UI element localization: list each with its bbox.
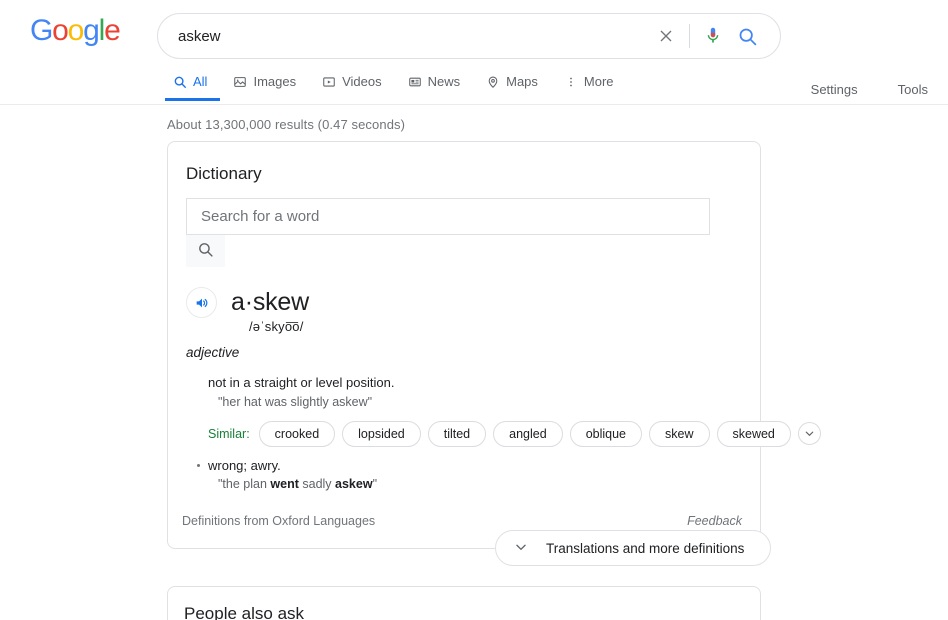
tab-videos-label: Videos bbox=[342, 74, 382, 89]
definition-item: wrong; awry. "the plan went sadly askew" bbox=[208, 457, 742, 495]
speaker-icon[interactable] bbox=[186, 287, 217, 318]
dictionary-entry: a·skew /əˈskyo͞o/ adjective not in a str… bbox=[168, 267, 760, 494]
search-icon bbox=[197, 241, 214, 261]
people-also-ask-title: People also ask bbox=[168, 587, 760, 620]
result-stats: About 13,300,000 results (0.47 seconds) bbox=[167, 105, 948, 141]
logo-letter-o2: o bbox=[68, 14, 84, 47]
tab-all-label: All bbox=[193, 74, 207, 89]
word-search-group bbox=[168, 184, 760, 267]
more-vertical-icon bbox=[564, 75, 578, 89]
similar-chip[interactable]: skew bbox=[649, 421, 709, 447]
tab-videos[interactable]: Videos bbox=[309, 74, 395, 101]
similar-chip[interactable]: crooked bbox=[259, 421, 335, 447]
word-search-input[interactable] bbox=[186, 198, 710, 235]
definition-item: not in a straight or level position. "he… bbox=[208, 374, 742, 412]
map-pin-icon bbox=[486, 75, 500, 89]
similar-chip[interactable]: tilted bbox=[428, 421, 486, 447]
headword: a·skew bbox=[231, 288, 309, 317]
search-icon bbox=[173, 75, 187, 89]
logo-letter-e: e bbox=[104, 14, 120, 47]
search-input[interactable] bbox=[158, 27, 649, 46]
similar-chip[interactable]: oblique bbox=[570, 421, 642, 447]
translations-expand-button[interactable]: Translations and more definitions bbox=[495, 530, 771, 566]
entry-header: a·skew bbox=[186, 287, 742, 318]
definition-text: not in a straight or level position. bbox=[208, 374, 742, 393]
logo-letter-g: g bbox=[83, 14, 99, 47]
search-bar bbox=[157, 13, 781, 59]
people-also-ask-card: People also ask bbox=[167, 586, 761, 620]
tab-news-label: News bbox=[428, 74, 461, 89]
results-main: About 13,300,000 results (0.47 seconds) … bbox=[0, 105, 948, 620]
definitions-source: Definitions from Oxford Languages bbox=[182, 514, 375, 528]
tab-maps-label: Maps bbox=[506, 74, 538, 89]
dictionary-card: Dictionary a·sk bbox=[167, 141, 761, 549]
tab-more[interactable]: More bbox=[551, 74, 627, 101]
header-right-actions: Settings Tools bbox=[791, 82, 948, 97]
pronunciation: /əˈskyo͞o/ bbox=[249, 319, 742, 334]
tab-images-label: Images bbox=[253, 74, 296, 89]
similar-chip[interactable]: skewed bbox=[717, 421, 791, 447]
page-header: Google bbox=[0, 0, 948, 105]
image-icon bbox=[233, 75, 247, 89]
search-submit-icon[interactable] bbox=[730, 19, 764, 53]
search-bar-actions bbox=[649, 19, 780, 53]
definition-example: "her hat was slightly askew" bbox=[208, 393, 742, 412]
logo-letter-G: G bbox=[30, 14, 52, 47]
chevron-down-icon bbox=[514, 540, 528, 557]
part-of-speech: adjective bbox=[186, 345, 742, 360]
google-logo[interactable]: Google bbox=[30, 14, 120, 48]
dictionary-title: Dictionary bbox=[168, 142, 760, 184]
similar-chip[interactable]: angled bbox=[493, 421, 563, 447]
tab-maps[interactable]: Maps bbox=[473, 74, 551, 101]
similar-words-row: Similar: crooked lopsided tilted angled … bbox=[208, 421, 742, 447]
tools-button[interactable]: Tools bbox=[878, 82, 948, 97]
similar-chip[interactable]: lopsided bbox=[342, 421, 421, 447]
news-icon bbox=[408, 75, 422, 89]
definitions-list: not in a straight or level position. "he… bbox=[186, 374, 742, 494]
feedback-link[interactable]: Feedback bbox=[687, 514, 742, 528]
logo-letter-o1: o bbox=[52, 14, 68, 47]
translations-label: Translations and more definitions bbox=[546, 541, 744, 556]
settings-button[interactable]: Settings bbox=[791, 82, 878, 97]
definition-text: wrong; awry. bbox=[208, 457, 742, 476]
tab-more-label: More bbox=[584, 74, 614, 89]
clear-search-icon[interactable] bbox=[649, 19, 683, 53]
tab-images[interactable]: Images bbox=[220, 74, 309, 101]
definition-example: "the plan went sadly askew" bbox=[208, 475, 742, 494]
word-search-button[interactable] bbox=[186, 235, 225, 267]
search-nav-tabs: All Images Videos bbox=[165, 74, 627, 101]
expand-similar-chevron-down-icon[interactable] bbox=[798, 422, 821, 445]
similar-label: Similar: bbox=[208, 427, 250, 441]
video-icon bbox=[322, 75, 336, 89]
search-divider bbox=[689, 24, 690, 48]
tab-all[interactable]: All bbox=[165, 74, 220, 101]
tab-news[interactable]: News bbox=[395, 74, 474, 101]
microphone-icon[interactable] bbox=[696, 19, 730, 53]
